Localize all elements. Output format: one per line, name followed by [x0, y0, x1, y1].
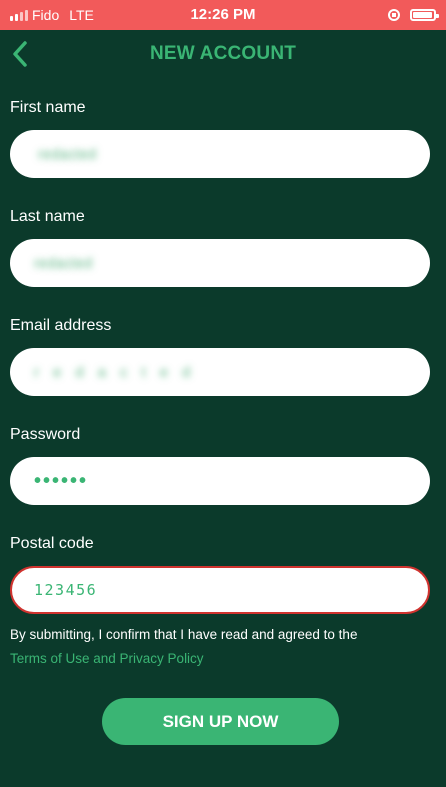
postal-code-field[interactable]: 123456 [10, 566, 430, 614]
last-name-label: Last name [10, 208, 85, 225]
page-title: NEW ACCOUNT [149, 43, 297, 64]
orientation-lock-icon [388, 9, 400, 21]
postal-code-value: 123456 [34, 581, 98, 599]
carrier-name: Fido [32, 7, 60, 23]
last-name-value: redacted [34, 254, 93, 272]
sign-up-button[interactable]: SIGN UP NOW [102, 698, 339, 745]
password-field[interactable]: •••••• [10, 457, 430, 505]
email-label: Email address [10, 317, 112, 334]
first-name-field[interactable]: redacted [10, 130, 430, 178]
disclaimer-text: By submitting, I confirm that I have rea… [10, 627, 358, 642]
signal-icon [10, 9, 28, 21]
first-name-label: First name [10, 99, 86, 116]
network-type: LTE [69, 7, 94, 23]
terms-privacy-link[interactable]: Terms of Use and Privacy Policy [10, 651, 204, 666]
status-bar: Fido LTE [0, 0, 446, 30]
password-label: Password [10, 426, 81, 443]
first-name-value: redacted [38, 145, 97, 163]
last-name-field[interactable]: redacted [10, 239, 430, 287]
status-icons [388, 9, 439, 21]
header: NEW ACCOUNT [0, 30, 446, 78]
battery-icon [410, 9, 439, 21]
email-field[interactable]: redacted [10, 348, 430, 396]
postal-code-label: Postal code [10, 535, 94, 552]
password-value: •••••• [34, 469, 89, 492]
email-value: redacted [34, 363, 205, 381]
